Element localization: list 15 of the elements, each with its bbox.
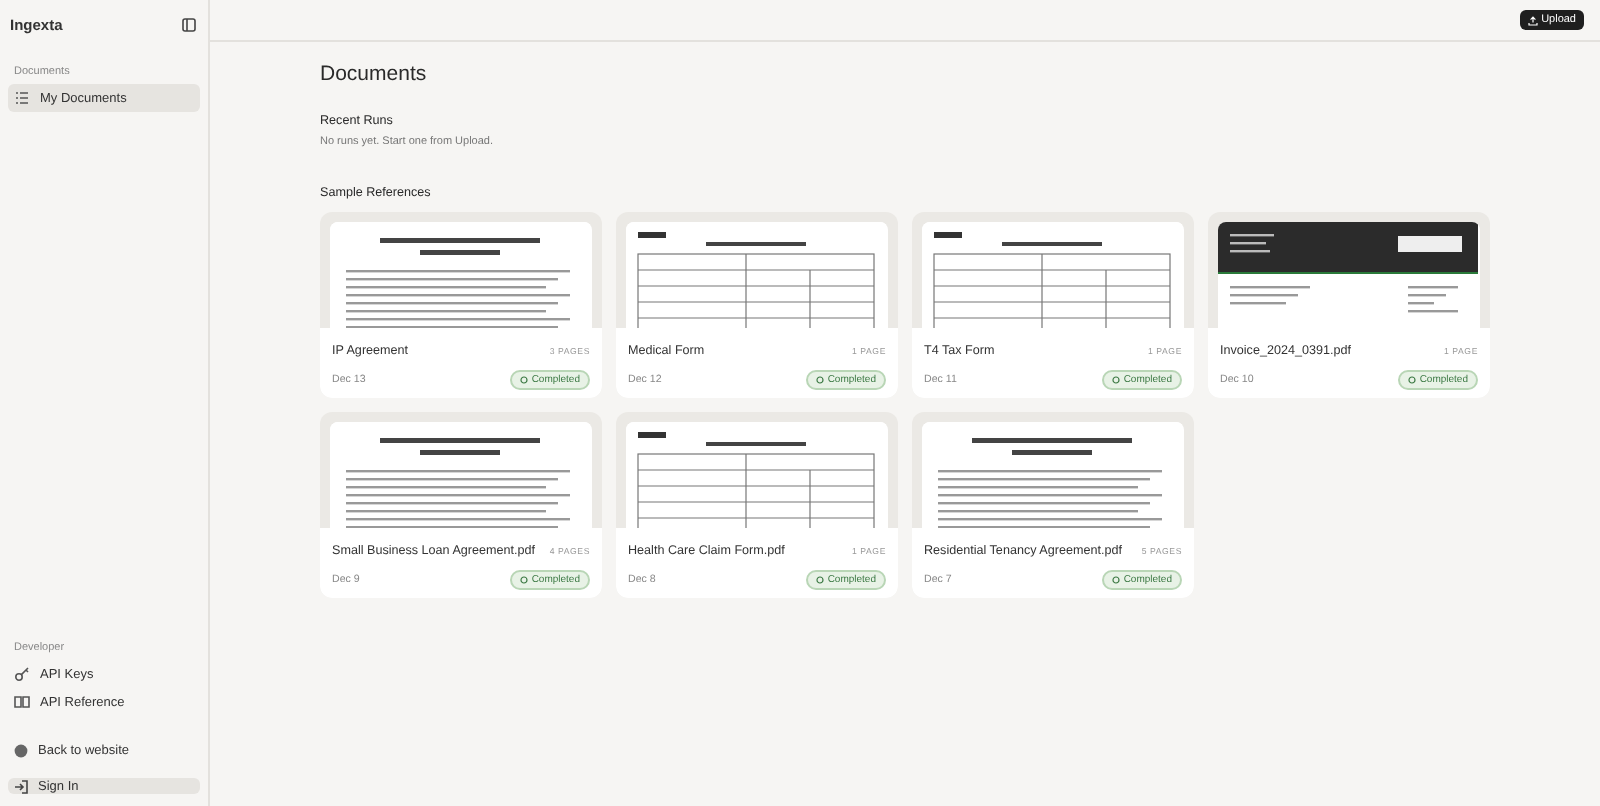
- status-icon: [1407, 376, 1416, 384]
- status-icon: [519, 576, 528, 584]
- list-icon: [14, 90, 30, 106]
- sign-in-icon: [14, 779, 28, 793]
- status-icon: [519, 376, 528, 384]
- status-icon: [1111, 376, 1120, 384]
- status-icon: [1111, 576, 1120, 584]
- status-icon: [815, 576, 824, 584]
- status-icon: [815, 376, 824, 384]
- book-icon: [14, 694, 30, 710]
- globe-icon: [14, 743, 28, 757]
- upload-icon: [1527, 15, 1538, 25]
- page-title: Documents: [320, 62, 429, 86]
- sidebar-toggle-icon[interactable]: [182, 18, 196, 32]
- key-icon: [14, 666, 30, 682]
